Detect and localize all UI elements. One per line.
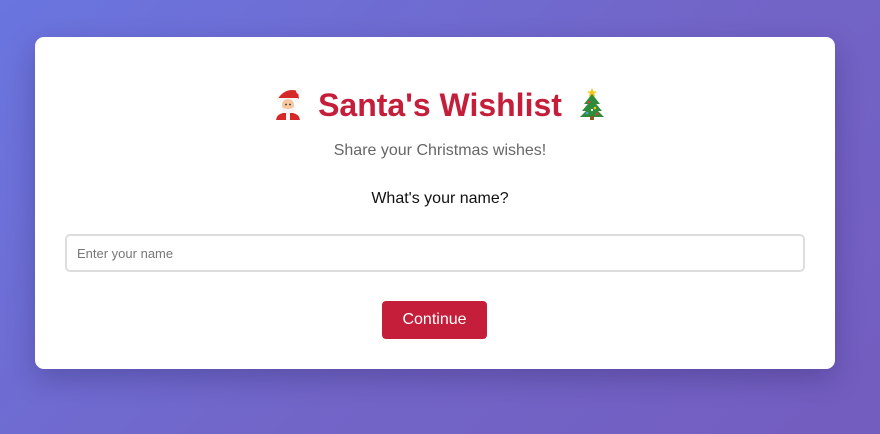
- name-question: What's your name?: [371, 190, 509, 207]
- page-title-text: Santa's Wishlist: [318, 87, 562, 123]
- continue-button[interactable]: Continue: [382, 301, 487, 339]
- name-input[interactable]: [65, 234, 805, 272]
- christmas-tree-icon: [575, 86, 609, 125]
- subtitle: Share your Christmas wishes!: [333, 142, 547, 159]
- santa-icon: [271, 86, 305, 125]
- page-title: Santa's Wishlist: [0, 86, 880, 125]
